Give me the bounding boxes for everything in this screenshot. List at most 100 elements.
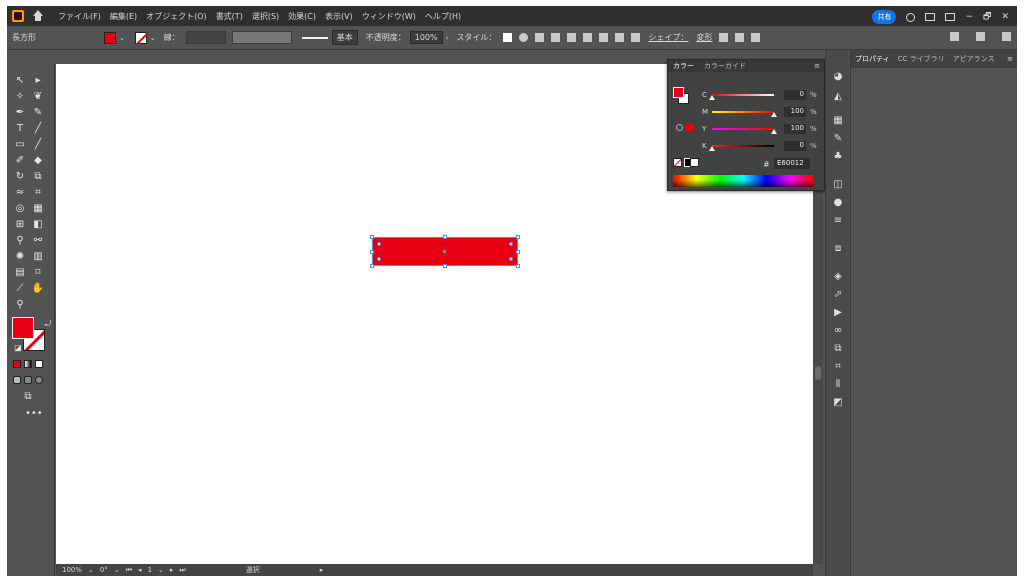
panel-fill-swatch[interactable]	[673, 87, 684, 98]
slider-k[interactable]: K 0 %	[702, 141, 817, 151]
handle-top-center[interactable]	[443, 235, 447, 239]
slice-tool-icon[interactable]: ⟋	[13, 282, 27, 295]
color-spectrum[interactable]	[673, 175, 813, 187]
next-artboard-icon[interactable]: ▸	[170, 566, 174, 574]
tab-color-guide[interactable]: カラーガイド	[699, 61, 751, 71]
artboard-number[interactable]: 1	[148, 566, 152, 574]
align-middle-icon[interactable]	[615, 33, 625, 42]
panel-menu-icon[interactable]: ≡	[814, 62, 820, 70]
align-top-icon[interactable]	[599, 33, 609, 42]
pen-tool-icon[interactable]: ✒	[13, 106, 27, 119]
slider-m-value[interactable]: 100	[784, 107, 806, 117]
prev-artboard-icon[interactable]: ◂	[138, 566, 142, 574]
slider-c[interactable]: C 0 %	[702, 90, 817, 100]
menu-view[interactable]: 表示(V)	[325, 11, 353, 22]
slider-y[interactable]: Y 100 %	[702, 124, 817, 134]
menu-help[interactable]: ヘルプ(H)	[425, 11, 461, 22]
layers-icon[interactable]: ◈	[832, 270, 844, 282]
slider-y-track[interactable]	[712, 128, 777, 134]
menu-window[interactable]: ウィンドウ(W)	[362, 11, 416, 22]
default-colors-icon[interactable]: ◪	[11, 341, 25, 354]
slider-c-track[interactable]	[709, 94, 774, 100]
gamut-swatch[interactable]	[686, 123, 694, 131]
puppet-warp-icon[interactable]	[735, 33, 745, 42]
arrange-documents-icon[interactable]	[925, 13, 936, 21]
lasso-tool-icon[interactable]: ❦	[31, 90, 45, 103]
links-icon[interactable]: ∞	[832, 324, 844, 336]
opacity-label[interactable]: 不透明度：	[366, 32, 406, 43]
tab-cc-libraries[interactable]: CC ライブラリ	[894, 54, 949, 64]
align-icon[interactable]	[535, 33, 545, 42]
slider-m-thumb[interactable]	[771, 112, 777, 117]
fill-color-box[interactable]	[12, 317, 34, 339]
selected-rectangle[interactable]	[370, 235, 520, 268]
out-of-gamut-icon[interactable]	[676, 124, 683, 131]
bar-graph-tool-icon[interactable]: ▤	[13, 266, 27, 279]
slider-y-thumb[interactable]	[771, 129, 777, 134]
chevron-down-icon[interactable]: ⌄	[119, 34, 125, 42]
transform-panel-icon[interactable]: ⌗	[832, 360, 844, 372]
shape-builder-tool-icon[interactable]: ◎	[13, 202, 27, 215]
blend-tool-icon[interactable]: ⚯	[31, 234, 45, 247]
recolor-icon[interactable]	[519, 33, 529, 42]
artboard-tool-icon[interactable]: ⌑	[31, 266, 45, 279]
handle-bottom-center[interactable]	[443, 264, 447, 268]
color-panel-icon[interactable]: ◕	[832, 70, 844, 82]
handle-middle-left[interactable]	[370, 250, 374, 254]
slider-y-value[interactable]: 100	[784, 124, 806, 134]
handle-middle-right[interactable]	[516, 250, 520, 254]
share-button[interactable]: 共有	[872, 10, 897, 24]
export-icon[interactable]: ⬀	[832, 288, 844, 300]
none-swatch[interactable]	[673, 158, 682, 167]
align-right-icon[interactable]	[583, 33, 593, 42]
line-tool-icon[interactable]: ╱	[31, 122, 45, 135]
white-swatch[interactable]	[690, 158, 699, 167]
arrange-icon[interactable]	[976, 32, 985, 41]
eraser-tool-icon[interactable]: ◆	[31, 154, 45, 167]
slider-k-track[interactable]	[709, 145, 774, 151]
menu-select[interactable]: 選択(S)	[252, 11, 279, 22]
chevron-down-icon[interactable]: ⌄	[158, 566, 164, 574]
align-bottom-icon[interactable]	[631, 33, 641, 42]
corner-widget-top-left[interactable]	[377, 242, 381, 246]
draw-inside-icon[interactable]	[35, 376, 43, 384]
rotate-tool-icon[interactable]: ↻	[13, 170, 27, 183]
scrollbar-thumb[interactable]	[815, 366, 821, 380]
gradient-mode-icon[interactable]	[24, 360, 32, 368]
handle-bottom-right[interactable]	[516, 264, 520, 268]
menu-effect[interactable]: 効果(C)	[288, 11, 316, 22]
gradient-tool-icon[interactable]: ◧	[31, 218, 45, 231]
scale-tool-icon[interactable]: ⧉	[31, 170, 45, 183]
rotation-value[interactable]: 0°	[100, 566, 108, 574]
slider-k-thumb[interactable]	[709, 146, 715, 151]
handle-bottom-left[interactable]	[370, 264, 374, 268]
align-center-icon[interactable]	[567, 33, 577, 42]
slider-c-value[interactable]: 0	[784, 90, 806, 100]
magic-wand-tool-icon[interactable]: ✧	[13, 90, 27, 103]
rectangle-tool-icon[interactable]: ▭	[13, 138, 27, 151]
curvature-tool-icon[interactable]: ✎	[31, 106, 45, 119]
direct-selection-tool-icon[interactable]: ▸	[31, 74, 45, 87]
swap-fill-stroke-icon[interactable]: ⤾	[41, 317, 55, 330]
image-trace-icon[interactable]: ⧈	[832, 242, 844, 254]
stroke-weight-input[interactable]	[185, 31, 226, 44]
brush-definition-dropdown[interactable]: 基本	[331, 30, 358, 45]
handle-top-left[interactable]	[370, 235, 374, 239]
slider-c-thumb[interactable]	[709, 95, 715, 100]
tab-appearance[interactable]: アピアランス	[949, 54, 999, 64]
panel-options-icon[interactable]	[950, 32, 959, 41]
home-icon[interactable]	[32, 10, 44, 22]
restore-button[interactable]: 🗗	[983, 9, 991, 25]
edit-toolbar-icon[interactable]: •••	[25, 408, 43, 419]
actions-icon[interactable]: ▶	[832, 306, 844, 318]
tab-color[interactable]: カラー	[668, 61, 699, 71]
chevron-down-icon[interactable]: ⌄	[88, 566, 94, 574]
zoom-level[interactable]: 100%	[62, 566, 82, 574]
transform-link[interactable]: 変形	[696, 32, 712, 43]
status-menu-icon[interactable]: ▸	[320, 566, 324, 574]
variable-width-dropdown[interactable]	[231, 31, 292, 44]
shaper-tool-icon[interactable]: ✐	[13, 154, 27, 167]
symbol-sprayer-tool-icon[interactable]: ✺	[13, 250, 27, 263]
panel-menu-icon[interactable]: ≡	[1007, 55, 1013, 63]
align-left-icon[interactable]	[551, 33, 561, 42]
